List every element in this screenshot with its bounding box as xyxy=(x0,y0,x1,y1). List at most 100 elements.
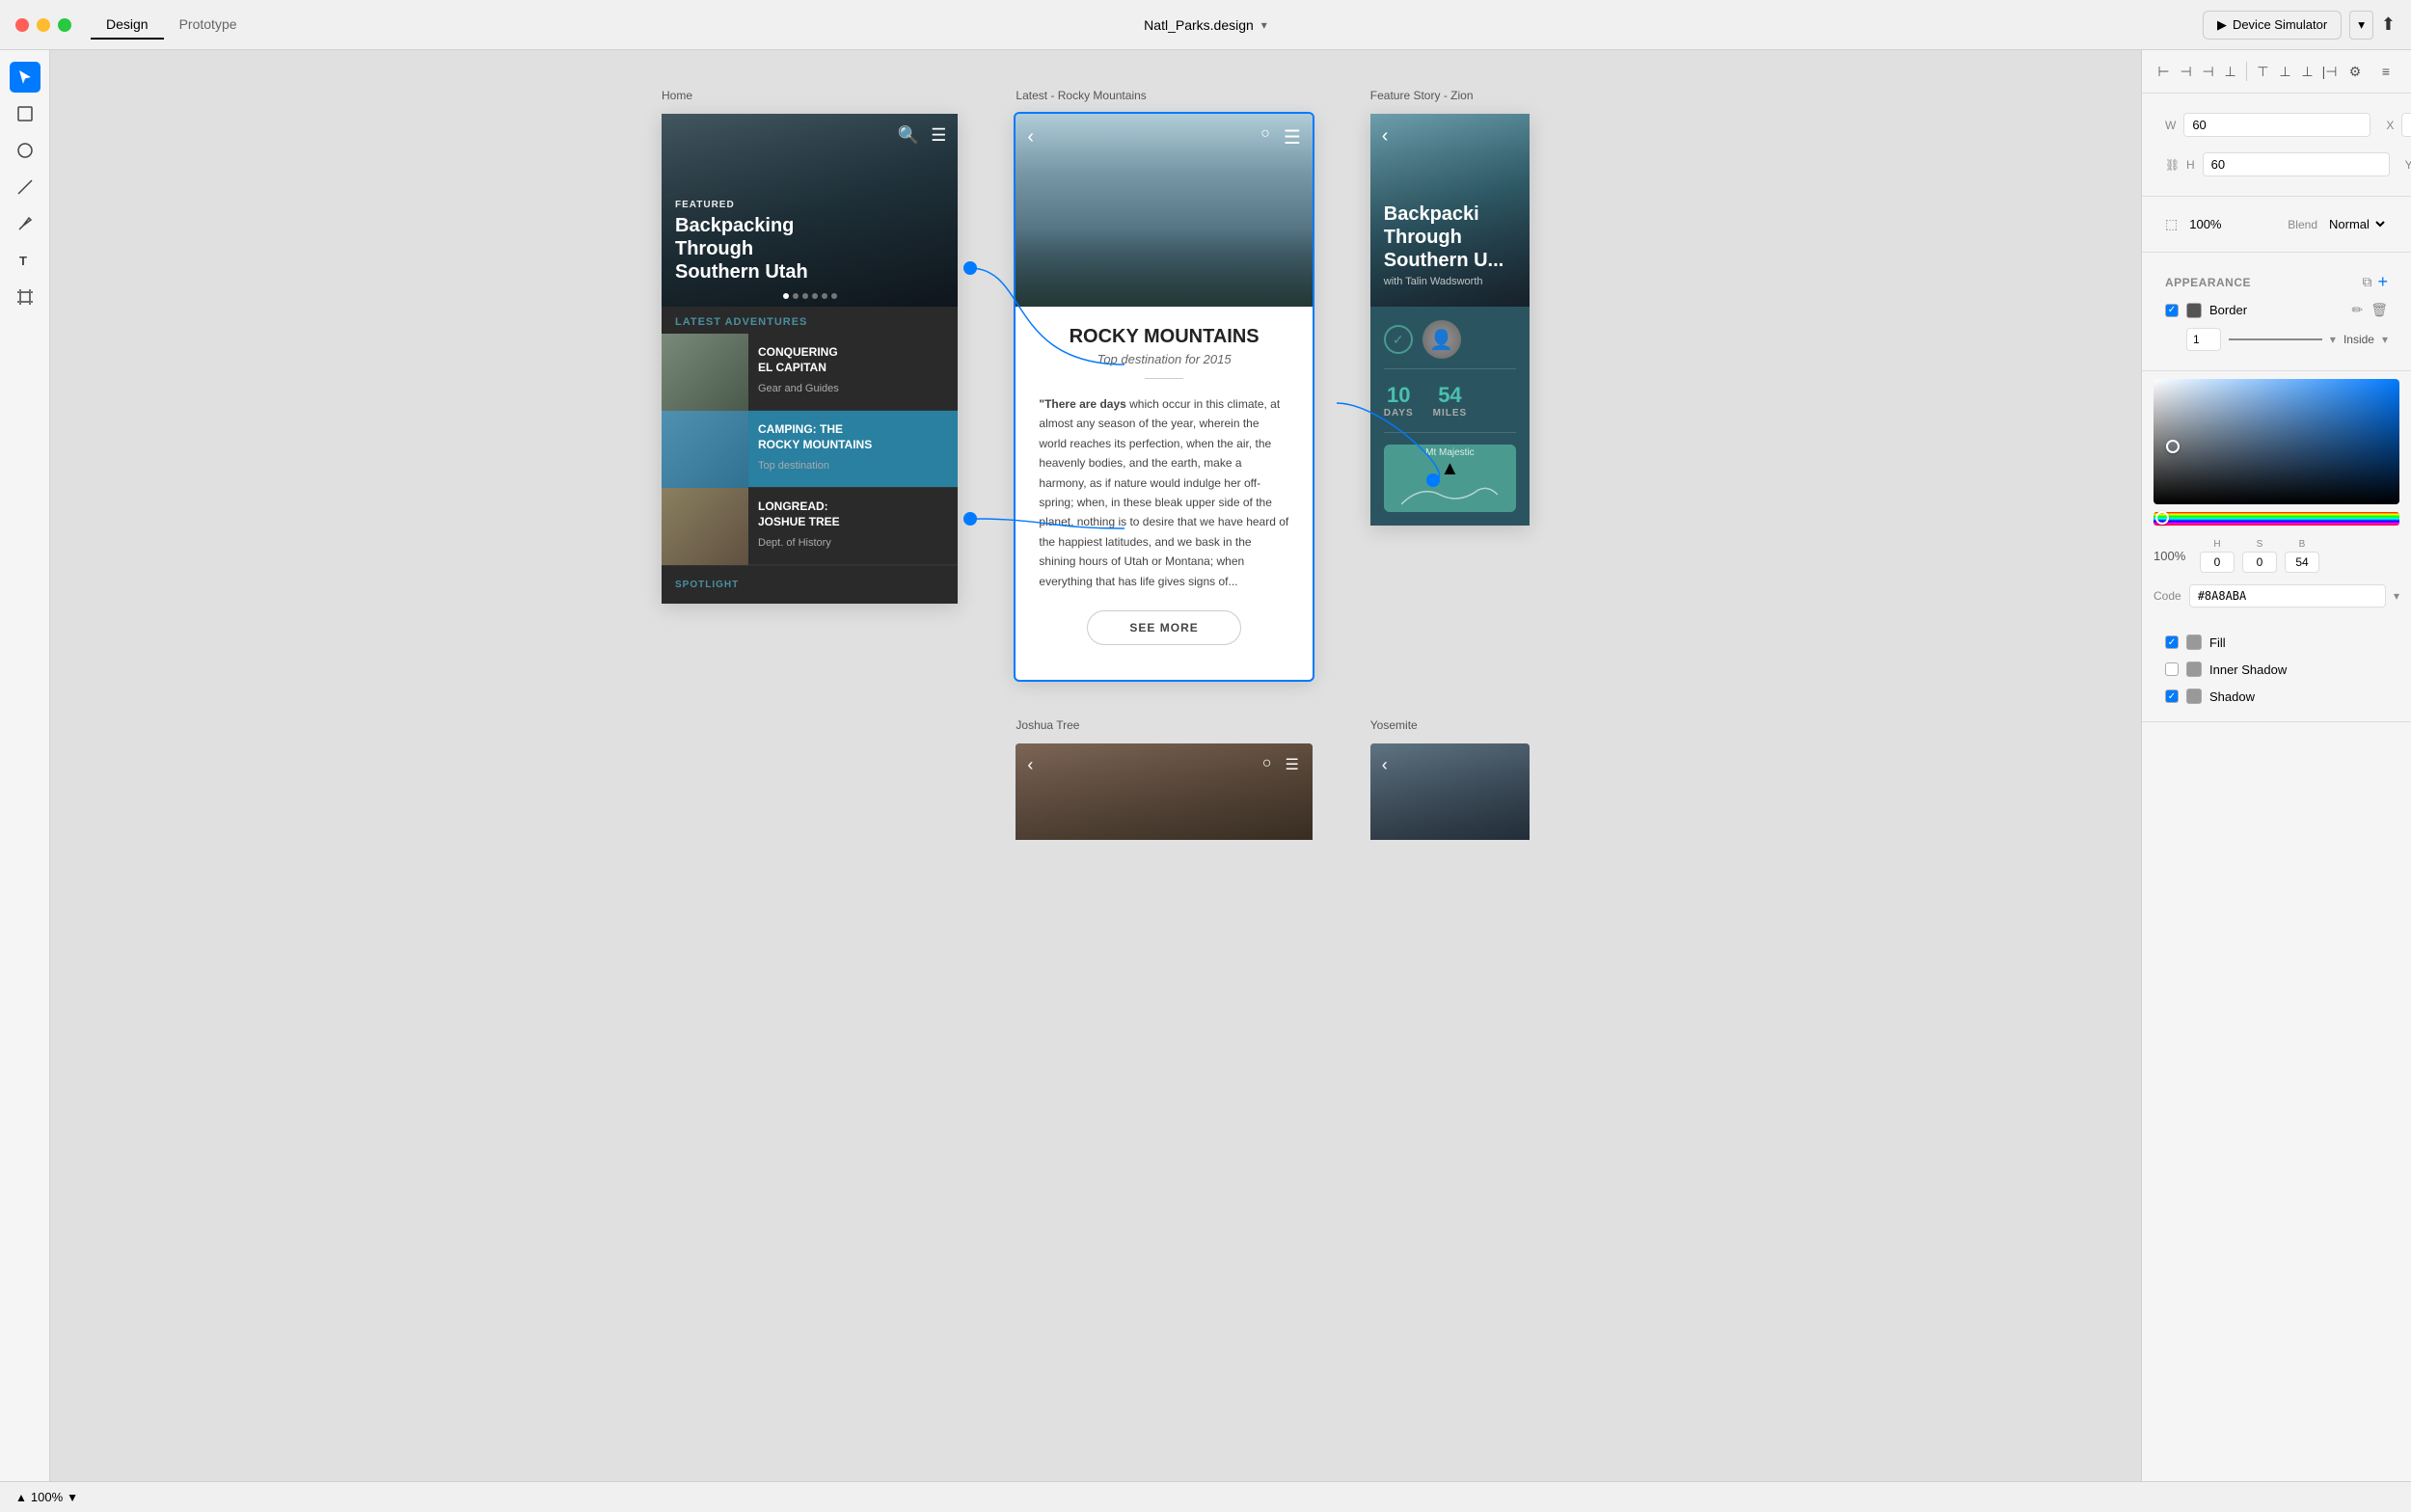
zoom-control[interactable]: ▲ 100% ▼ xyxy=(15,1490,78,1504)
tab-prototype[interactable]: Prototype xyxy=(164,11,253,40)
thumb-2 xyxy=(662,411,748,488)
b-input-wrap: B xyxy=(2285,539,2319,573)
align-bottom-btn[interactable]: ⊥ xyxy=(2297,58,2317,85)
back-icon[interactable]: ‹ xyxy=(1027,126,1034,148)
align-left-btn[interactable]: ⊢ xyxy=(2154,58,2174,85)
inner-shadow-label: Inner Shadow xyxy=(2209,662,2388,677)
color-picker-handle[interactable] xyxy=(2166,440,2180,453)
article-title: ROCKY MOUNTAINS xyxy=(1039,326,1288,348)
panel-more-btn[interactable]: ≡ xyxy=(2372,58,2399,85)
zion-body: ✓ 👤 10 DAYS 54 MILES xyxy=(1370,307,1530,526)
blend-mode-select[interactable]: Normal Multiply Screen Overlay xyxy=(2325,216,2388,232)
see-more-button[interactable]: SEE MORE xyxy=(1087,610,1241,645)
opacity-row: ⬚ 100% Blend Normal Multiply Screen Over… xyxy=(2154,208,2399,240)
copy-appearance-button[interactable]: ⧉ xyxy=(2362,274,2371,290)
distribute-v-btn[interactable]: ⊥ xyxy=(2220,58,2240,85)
line-tool[interactable] xyxy=(10,172,41,202)
map-placeholder: Mt Majestic ▲ xyxy=(1401,447,1498,509)
inner-shadow-checkbox[interactable] xyxy=(2165,662,2179,676)
device-simulator-button[interactable]: ▶ Device Simulator xyxy=(2203,11,2342,40)
add-appearance-button[interactable]: + xyxy=(2377,272,2388,292)
panel-settings-btn[interactable]: ⚙ xyxy=(2342,58,2369,85)
item-3-subtitle: Dept. of History xyxy=(758,537,948,549)
center-article: ROCKY MOUNTAINS Top destination for 2015… xyxy=(1016,307,1312,680)
stats-row: 10 DAYS 54 MILES xyxy=(1384,368,1516,433)
zion-back-icon[interactable]: ‹ xyxy=(1382,125,1389,148)
dim-row-1: W X ↻ xyxy=(2154,105,2399,145)
traffic-light-yellow[interactable] xyxy=(37,18,50,32)
color-gradient[interactable] xyxy=(2154,379,2399,504)
shadow-color-swatch[interactable] xyxy=(2186,688,2202,704)
rectangle-tool[interactable] xyxy=(10,98,41,129)
border-checkbox[interactable]: ✓ xyxy=(2165,304,2179,317)
align-middle-btn[interactable]: ⊥ xyxy=(2275,58,2295,85)
hsb-inputs: H S B xyxy=(2200,539,2399,573)
code-chevron[interactable]: ▾ xyxy=(2394,589,2399,603)
x-label: X xyxy=(2386,119,2394,132)
play-icon: ▶ xyxy=(2217,17,2227,33)
y-label: Y xyxy=(2405,158,2411,172)
item-1-subtitle: Gear and Guides xyxy=(758,383,948,394)
border-edit-icon[interactable]: ✏ xyxy=(2351,302,2363,318)
x-input[interactable] xyxy=(2401,113,2411,137)
menu-icon[interactable]: ☰ xyxy=(931,125,946,146)
align-distribute-h-btn[interactable]: |⊣ xyxy=(2319,58,2340,85)
align-center-h-btn[interactable]: ⊣ xyxy=(2176,58,2196,85)
list-item-2[interactable]: CAMPING: THEROCKY MOUNTAINS Top destinat… xyxy=(662,411,958,488)
border-color-swatch[interactable] xyxy=(2186,303,2202,318)
list-item-1[interactable]: CONQUERINGEL CAPITAN Gear and Guides xyxy=(662,334,958,411)
joshua-nav: ○ ☰ xyxy=(1262,755,1299,774)
list-item-3[interactable]: LONGREAD:JOSHUE TREE Dept. of History xyxy=(662,488,958,565)
traffic-light-red[interactable] xyxy=(15,18,29,32)
canvas[interactable]: Home Latest - Rocky Mountains Feature St… xyxy=(50,50,2141,1481)
days-label: DAYS xyxy=(1384,408,1414,418)
hue-handle[interactable] xyxy=(2155,511,2169,525)
days-value: 10 xyxy=(1384,383,1414,408)
circle-tool[interactable] xyxy=(10,135,41,166)
center-hero: ‹ ○ ☰ xyxy=(1016,114,1312,307)
border-position-chevron[interactable]: ▾ xyxy=(2382,333,2388,346)
zoom-value: 100% xyxy=(31,1490,63,1504)
hex-input[interactable] xyxy=(2189,584,2386,608)
code-label: Code xyxy=(2154,589,2181,603)
home-hero: 🔍 ☰ FEATURED BackpackingThroughSouthern … xyxy=(662,114,958,307)
artboard-tool[interactable] xyxy=(10,282,41,312)
search-icon[interactable]: 🔍 xyxy=(898,125,919,146)
text-tool[interactable]: T xyxy=(10,245,41,276)
fill-color-swatch[interactable] xyxy=(2186,634,2202,650)
menu-icon-center[interactable]: ☰ xyxy=(1284,125,1301,149)
pen-tool[interactable] xyxy=(10,208,41,239)
color-gradient-picker[interactable] xyxy=(2154,379,2399,504)
left-toolbar: T xyxy=(0,50,50,1481)
height-input[interactable] xyxy=(2203,152,2390,176)
search-icon-center[interactable]: ○ xyxy=(1260,125,1270,149)
border-width-input[interactable] xyxy=(2186,328,2221,351)
hue-slider[interactable] xyxy=(2154,512,2399,526)
item-1-title: CONQUERINGEL CAPITAN xyxy=(758,345,948,375)
width-input[interactable] xyxy=(2183,113,2370,137)
traffic-light-green[interactable] xyxy=(58,18,71,32)
align-right-btn[interactable]: ⊣ xyxy=(2198,58,2218,85)
blend-label: Blend xyxy=(2288,218,2317,231)
fill-row: ✓ Fill xyxy=(2154,629,2399,656)
border-delete-icon[interactable]: 🗑 xyxy=(2370,302,2388,318)
fill-checkbox[interactable]: ✓ xyxy=(2165,635,2179,649)
shadow-checkbox[interactable]: ✓ xyxy=(2165,689,2179,703)
align-top-btn[interactable]: ⊤ xyxy=(2253,58,2273,85)
yosemite-back-icon: ‹ xyxy=(1382,755,1388,775)
item-2-title: CAMPING: THEROCKY MOUNTAINS xyxy=(758,422,948,452)
screen1-label: Home xyxy=(662,89,958,102)
hue-value-input[interactable] xyxy=(2200,552,2235,573)
cursor-tool[interactable] xyxy=(10,62,41,93)
saturation-value-input[interactable] xyxy=(2242,552,2277,573)
hero-title: BackpackingThroughSouthern Utah xyxy=(675,214,808,284)
screen-zion: ‹ BackpackiThroughSouthern U... with Tal… xyxy=(1370,114,1530,526)
title-chevron-icon[interactable]: ▾ xyxy=(1261,18,1267,32)
simulator-dropdown[interactable]: ▾ xyxy=(2349,11,2373,40)
border-style-chevron[interactable]: ▾ xyxy=(2330,333,2336,346)
brightness-value-input[interactable] xyxy=(2285,552,2319,573)
connection-dot-2 xyxy=(963,512,977,526)
share-button[interactable]: ⬆ xyxy=(2381,14,2396,35)
tab-design[interactable]: Design xyxy=(91,11,164,40)
inner-shadow-color-swatch[interactable] xyxy=(2186,662,2202,677)
